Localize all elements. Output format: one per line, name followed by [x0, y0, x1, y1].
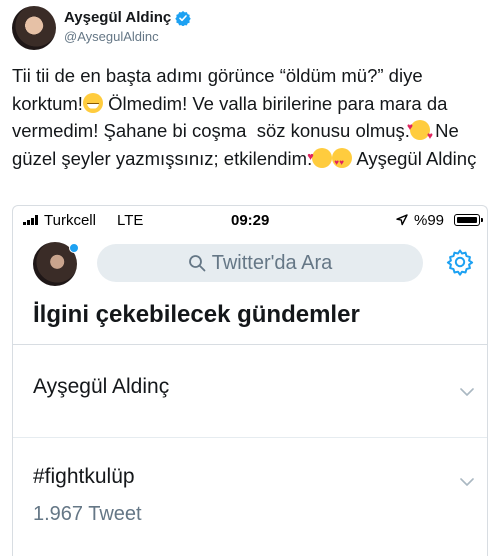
network-type: LTE	[117, 212, 144, 229]
signal-strength-icon	[23, 215, 41, 225]
gear-icon[interactable]	[446, 248, 474, 276]
search-placeholder: Twitter'da Ara	[211, 251, 333, 274]
trend-title: Ayşegül Aldinç	[33, 375, 170, 398]
search-icon	[188, 255, 206, 272]
location-arrow-icon	[396, 214, 408, 226]
search-input[interactable]: Twitter'da Ara	[97, 244, 423, 282]
face-blowing-kiss-emoji-icon	[307, 144, 333, 171]
trend-item[interactable]: Ayşegül Aldinç	[13, 345, 487, 438]
battery-percentage: %99	[414, 212, 445, 229]
chevron-down-icon[interactable]	[460, 478, 474, 486]
search-header: Twitter'da Ara	[13, 234, 487, 290]
status-bar: Turkcell LTE 09:29 %99	[13, 206, 487, 234]
grinning-face-emoji-icon	[82, 92, 103, 113]
notification-dot-icon	[69, 243, 79, 253]
trend-title: #fightkulüp	[33, 465, 135, 488]
carrier-name: Turkcell	[44, 212, 96, 229]
section-title: İlgini çekebilecek gündemler	[33, 301, 360, 328]
author-name-row: Ayşegül Aldinç	[64, 9, 191, 26]
status-time: 09:29	[231, 212, 270, 229]
tweet-signature: Ayşegül Aldinç	[352, 147, 477, 169]
verified-badge-icon	[175, 10, 191, 26]
author-handle[interactable]: @AysegulAldinc	[64, 29, 159, 44]
battery-icon	[454, 214, 483, 226]
heart-eyes-emoji-icon	[332, 147, 353, 176]
chevron-down-icon[interactable]	[460, 388, 474, 396]
tweet-text: Tii tii de en başta adımı görünce “öldüm…	[12, 62, 484, 176]
tweet-header: Ayşegül Aldinç @AysegulAldinc	[12, 6, 482, 54]
trend-tweet-count: 1.967 Tweet	[33, 503, 142, 525]
trend-item[interactable]: #fightkulüp 1.967 Tweet	[13, 438, 487, 556]
smiling-face-with-hearts-emoji-icon	[407, 114, 433, 151]
author-avatar[interactable]	[12, 6, 56, 50]
embedded-phone-screenshot: Turkcell LTE 09:29 %99 Twitter'da Ara İl…	[12, 205, 488, 556]
author-display-name[interactable]: Ayşegül Aldinç	[64, 9, 171, 26]
